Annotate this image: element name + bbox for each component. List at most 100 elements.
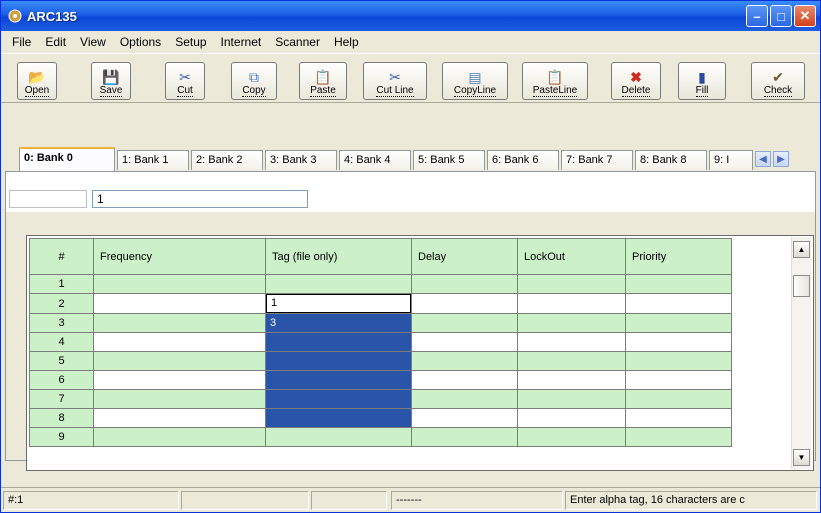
lockout-cell[interactable] (517, 313, 626, 333)
menu-help[interactable]: Help (327, 35, 366, 49)
delay-cell[interactable] (411, 427, 518, 447)
tag-cell-selected[interactable] (265, 332, 412, 352)
lockout-cell[interactable] (517, 408, 626, 428)
table-row[interactable]: 2 1 (29, 293, 792, 314)
tab-bank-0[interactable]: 0: Bank 0 (19, 147, 115, 171)
column-header-tag[interactable]: Tag (file only) (265, 238, 412, 275)
tag-cell[interactable]: 1 (265, 293, 412, 314)
scroll-up-button[interactable]: ▲ (793, 241, 810, 258)
frequency-cell[interactable] (93, 370, 266, 390)
fill-button[interactable]: ▮ Fill (678, 62, 726, 100)
priority-cell[interactable] (625, 427, 732, 447)
open-button[interactable]: 📂 Open (17, 62, 57, 100)
minimize-button[interactable]: – (746, 5, 768, 27)
tab-scroll-right-button[interactable]: ▶ (773, 151, 789, 167)
tab-scroll-left-button[interactable]: ◀ (755, 151, 771, 167)
tag-cell-selected[interactable] (265, 370, 412, 390)
table-row[interactable]: 8 (29, 408, 792, 428)
tab-bank-6[interactable]: 6: Bank 6 (487, 150, 559, 170)
table-row[interactable]: 5 (29, 351, 792, 371)
frequency-cell[interactable] (93, 332, 266, 352)
menu-setup[interactable]: Setup (168, 35, 213, 49)
delay-cell[interactable] (411, 274, 518, 294)
column-header-delay[interactable]: Delay (411, 238, 518, 275)
frequency-cell[interactable] (93, 389, 266, 409)
close-button[interactable]: ✕ (794, 5, 816, 27)
delay-cell[interactable] (411, 408, 518, 428)
table-row[interactable]: 9 (29, 427, 792, 447)
frequency-cell[interactable] (93, 408, 266, 428)
priority-cell[interactable] (625, 351, 732, 371)
column-header-number[interactable]: # (29, 238, 94, 275)
delay-cell[interactable] (411, 332, 518, 352)
tab-bank-4[interactable]: 4: Bank 4 (339, 150, 411, 170)
menu-options[interactable]: Options (113, 35, 168, 49)
priority-cell[interactable] (625, 293, 732, 314)
column-header-priority[interactable]: Priority (625, 238, 732, 275)
priority-cell[interactable] (625, 408, 732, 428)
tab-bank-2[interactable]: 2: Bank 2 (191, 150, 263, 170)
priority-cell[interactable] (625, 332, 732, 352)
maximize-button[interactable]: □ (770, 5, 792, 27)
delete-button[interactable]: ✖ Delete (611, 62, 661, 100)
tag-cell[interactable] (265, 274, 412, 294)
column-header-lockout[interactable]: LockOut (517, 238, 626, 275)
cell-edit-field[interactable]: 1 (92, 190, 308, 208)
cut-button[interactable]: ✂ Cut (165, 62, 205, 100)
lockout-cell[interactable] (517, 389, 626, 409)
menu-edit[interactable]: Edit (38, 35, 73, 49)
lockout-cell[interactable] (517, 332, 626, 352)
cut-line-button[interactable]: ✂ Cut Line (363, 62, 427, 100)
delay-cell[interactable] (411, 313, 518, 333)
tab-bank-9[interactable]: 9: I (709, 150, 753, 170)
tag-cell[interactable] (265, 427, 412, 447)
frequency-cell[interactable] (93, 313, 266, 333)
lockout-cell[interactable] (517, 370, 626, 390)
frequency-cell[interactable] (93, 427, 266, 447)
delay-cell[interactable] (411, 293, 518, 314)
delay-cell[interactable] (411, 389, 518, 409)
check-button[interactable]: ✔ Check (751, 62, 805, 100)
paste-button[interactable]: 📋 Paste (299, 62, 347, 100)
table-row[interactable]: 1 (29, 274, 792, 294)
lockout-cell[interactable] (517, 351, 626, 371)
priority-cell[interactable] (625, 274, 732, 294)
tab-bank-1[interactable]: 1: Bank 1 (117, 150, 189, 170)
scroll-thumb[interactable] (793, 275, 810, 297)
delay-cell[interactable] (411, 370, 518, 390)
table-row[interactable]: 3 3 (29, 313, 792, 333)
copy-button[interactable]: ⧉ Copy (231, 62, 277, 100)
tag-cell-selected[interactable] (265, 389, 412, 409)
tab-bank-3[interactable]: 3: Bank 3 (265, 150, 337, 170)
title-bar[interactable]: ARC135 – □ ✕ (1, 1, 820, 31)
lockout-cell[interactable] (517, 274, 626, 294)
frequency-cell[interactable] (93, 351, 266, 371)
tab-bank-5[interactable]: 5: Bank 5 (413, 150, 485, 170)
frequency-cell[interactable] (93, 293, 266, 314)
priority-cell[interactable] (625, 313, 732, 333)
tag-cell-selected[interactable] (265, 408, 412, 428)
copy-line-button[interactable]: ▤ CopyLine (442, 62, 508, 100)
menu-file[interactable]: File (5, 35, 38, 49)
menu-scanner[interactable]: Scanner (268, 35, 327, 49)
lockout-cell[interactable] (517, 427, 626, 447)
tab-bank-8[interactable]: 8: Bank 8 (635, 150, 707, 170)
tag-cell-selected[interactable]: 3 (265, 313, 412, 333)
tag-cell-editor[interactable]: 1 (266, 294, 411, 313)
menu-view[interactable]: View (73, 35, 113, 49)
table-row[interactable]: 7 (29, 389, 792, 409)
column-header-frequency[interactable]: Frequency (93, 238, 266, 275)
menu-internet[interactable]: Internet (214, 35, 269, 49)
table-row[interactable]: 6 (29, 370, 792, 390)
lockout-cell[interactable] (517, 293, 626, 314)
frequency-cell[interactable] (93, 274, 266, 294)
table-row[interactable]: 4 (29, 332, 792, 352)
tag-cell-selected[interactable] (265, 351, 412, 371)
vertical-scrollbar[interactable]: ▲ ▼ (791, 237, 811, 469)
tab-bank-7[interactable]: 7: Bank 7 (561, 150, 633, 170)
priority-cell[interactable] (625, 370, 732, 390)
delay-cell[interactable] (411, 351, 518, 371)
priority-cell[interactable] (625, 389, 732, 409)
paste-line-button[interactable]: 📋 PasteLine (522, 62, 588, 100)
scroll-down-button[interactable]: ▼ (793, 449, 810, 466)
